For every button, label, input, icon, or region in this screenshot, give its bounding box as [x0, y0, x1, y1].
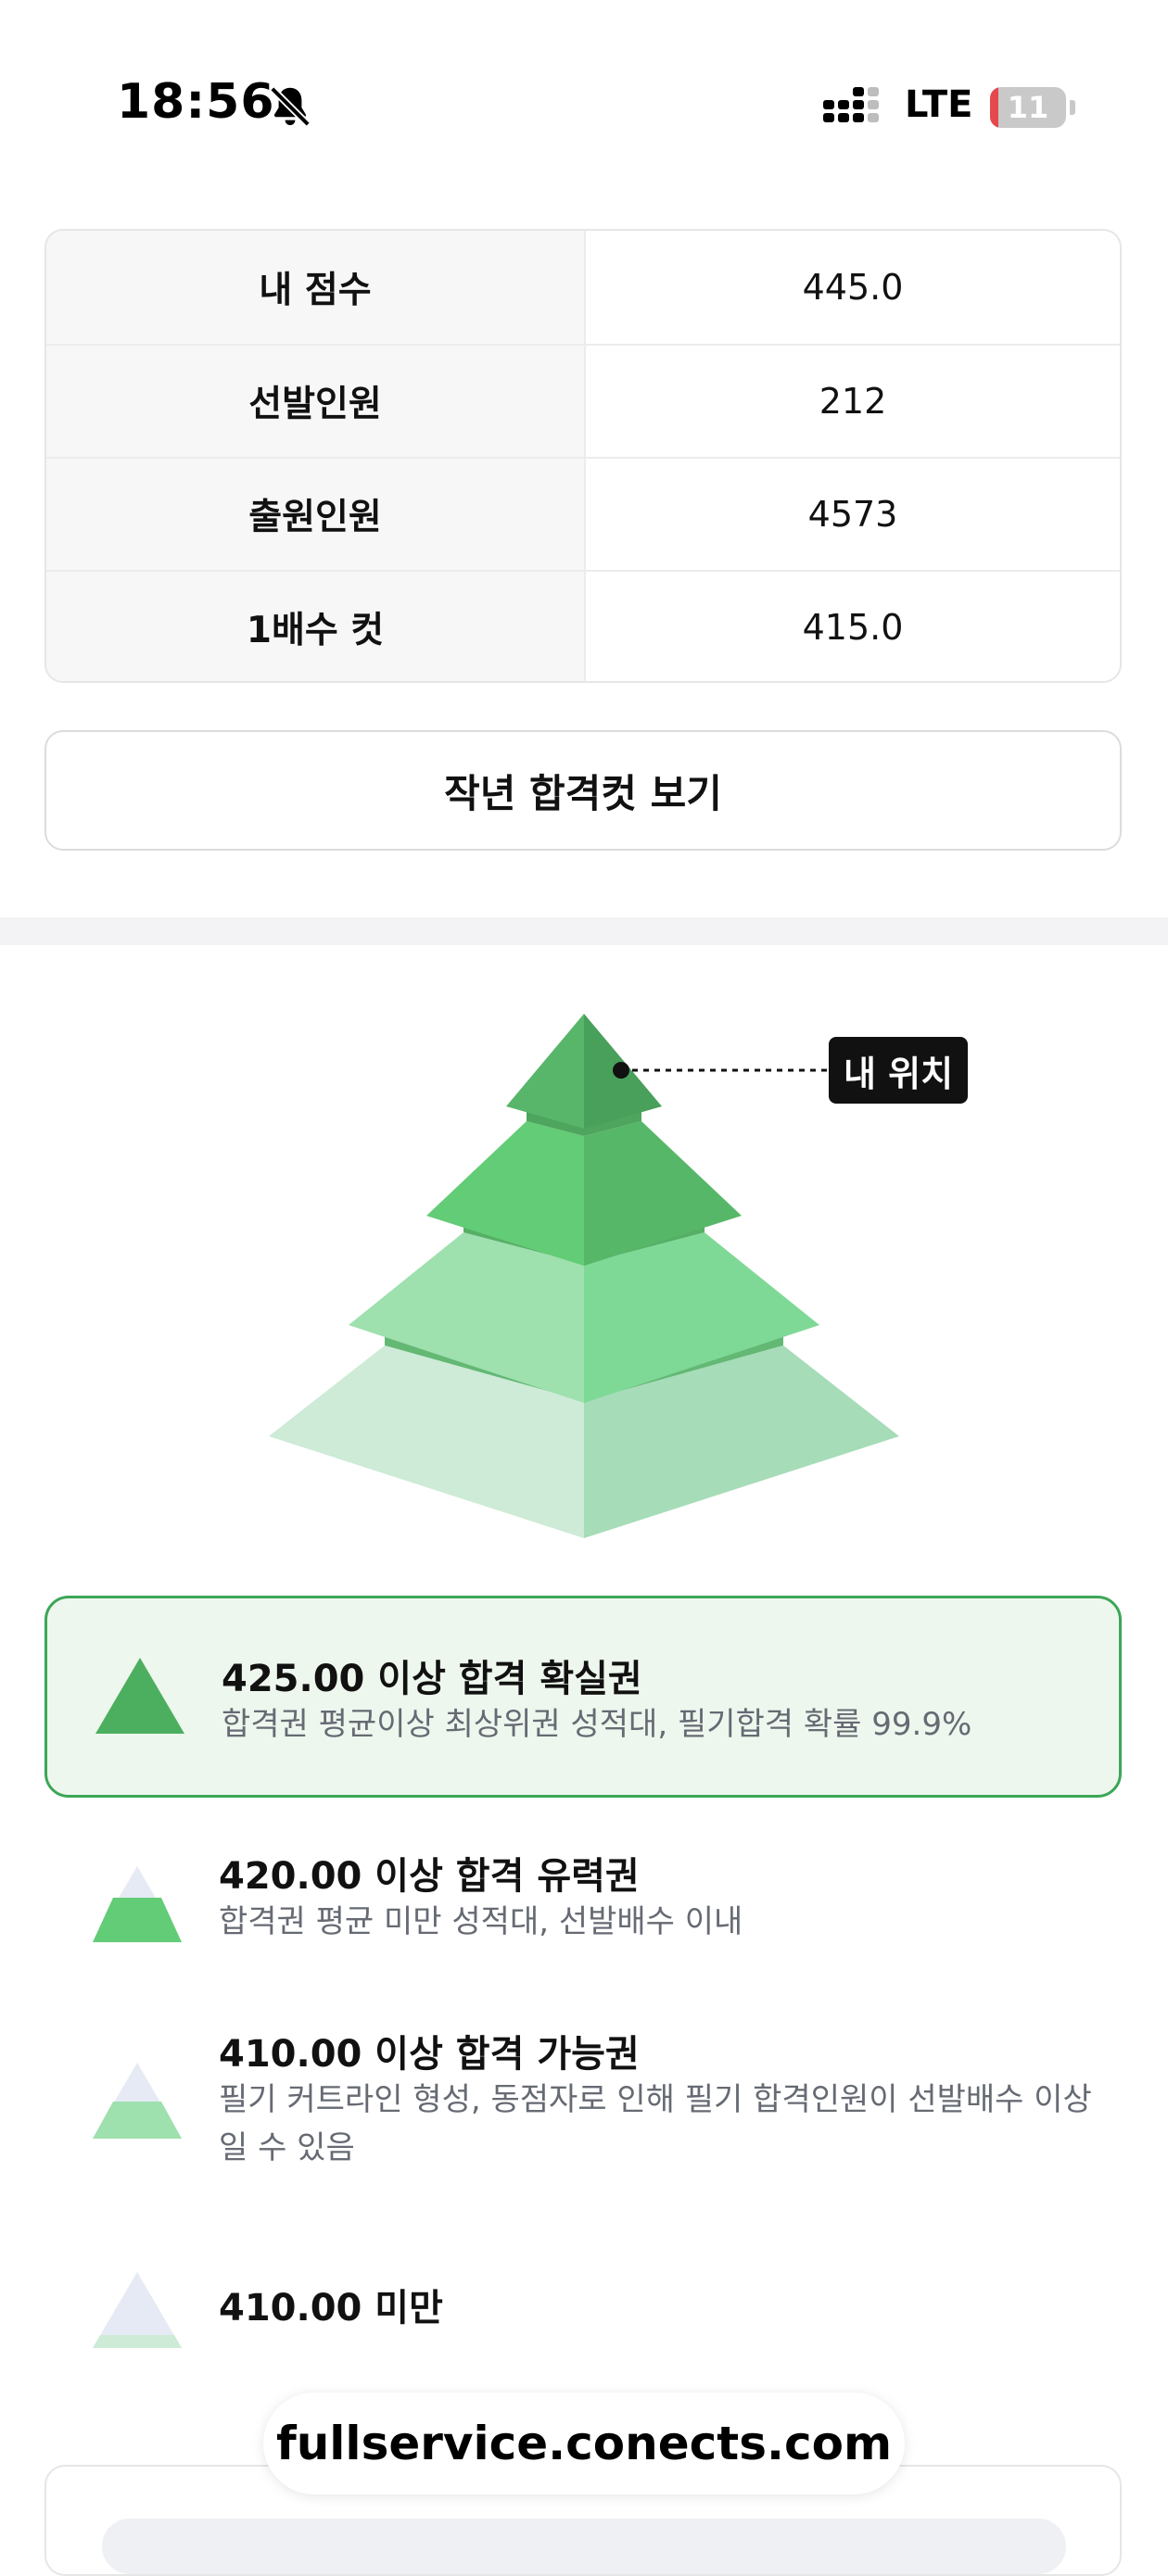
battery-level: 11 — [1007, 90, 1049, 125]
table-row: 내 점수 445.0 — [46, 231, 1120, 344]
network-type: LTE — [905, 83, 973, 126]
signal-icon — [823, 87, 879, 122]
pyramid-tier-1-left — [506, 1014, 584, 1129]
legend-title: 410.00 미만 — [219, 2287, 443, 2330]
bell-muted-icon — [270, 86, 311, 127]
status-bar: 18:56 LTE 11 — [0, 0, 1168, 213]
tier-3-icon — [93, 2063, 182, 2139]
legend-item-certain: 425.00 이상 합격 확실권 합격권 평균이상 최상위권 성적대, 필기합격… — [44, 1596, 1122, 1798]
row-value-cutline: 415.0 — [802, 607, 904, 648]
battery-icon: 11 — [990, 87, 1075, 128]
legend-desc: 합격권 평균 미만 성적대, 선발배수 이내 — [219, 1903, 743, 1940]
table-row: 출원인원 4573 — [46, 457, 1120, 570]
legend-desc: 필기 커트라인 형성, 동점자로 인해 필기 합격인원이 선발배수 이상일 수 … — [219, 2081, 1092, 2166]
last-year-cutline-button[interactable]: 작년 합격컷 보기 — [44, 730, 1122, 851]
legend-title: 425.00 이상 합격 확실권 — [222, 1658, 642, 1700]
row-value-applicant-count: 4573 — [807, 494, 898, 535]
bottom-card-tabbar[interactable] — [102, 2519, 1066, 2574]
legend-item-below: 410.00 미만 — [44, 2261, 1122, 2363]
row-label-selection-count: 선발인원 — [46, 346, 586, 457]
tier-2-icon — [93, 1866, 182, 1942]
table-row: 선발인원 212 — [46, 344, 1120, 457]
my-position-label: 내 위치 — [829, 1037, 968, 1104]
row-value-selection-count: 212 — [819, 381, 887, 422]
tier-4-icon — [93, 2272, 182, 2348]
legend-item-likely: 420.00 이상 합격 유력권 합격권 평균 미만 성적대, 선발배수 이내 — [44, 1835, 1122, 1974]
row-label-applicant-count: 출원인원 — [46, 459, 586, 570]
section-divider — [0, 917, 1168, 945]
table-row: 1배수 컷 415.0 — [46, 570, 1120, 681]
browser-url-pill[interactable]: fullservice.conects.com — [263, 2393, 905, 2494]
legend-title: 410.00 이상 합격 가능권 — [219, 2033, 640, 2076]
legend-item-possible: 410.00 이상 합격 가능권 필기 커트라인 형성, 동점자로 인해 필기 … — [44, 2013, 1122, 2198]
status-time: 18:56 — [117, 74, 275, 130]
score-info-table: 내 점수 445.0 선발인원 212 출원인원 4573 1배수 컷 415.… — [44, 229, 1122, 683]
legend-desc: 합격권 평균이상 최상위권 성적대, 필기합격 확률 99.9% — [222, 1706, 972, 1743]
legend-title: 420.00 이상 합격 유력권 — [219, 1855, 640, 1898]
row-label-my-score: 내 점수 — [46, 231, 586, 344]
row-label-cutline: 1배수 컷 — [46, 572, 586, 681]
rank-pyramid — [269, 1014, 899, 1538]
row-value-my-score: 445.0 — [802, 267, 904, 308]
tier-1-icon — [95, 1658, 184, 1734]
